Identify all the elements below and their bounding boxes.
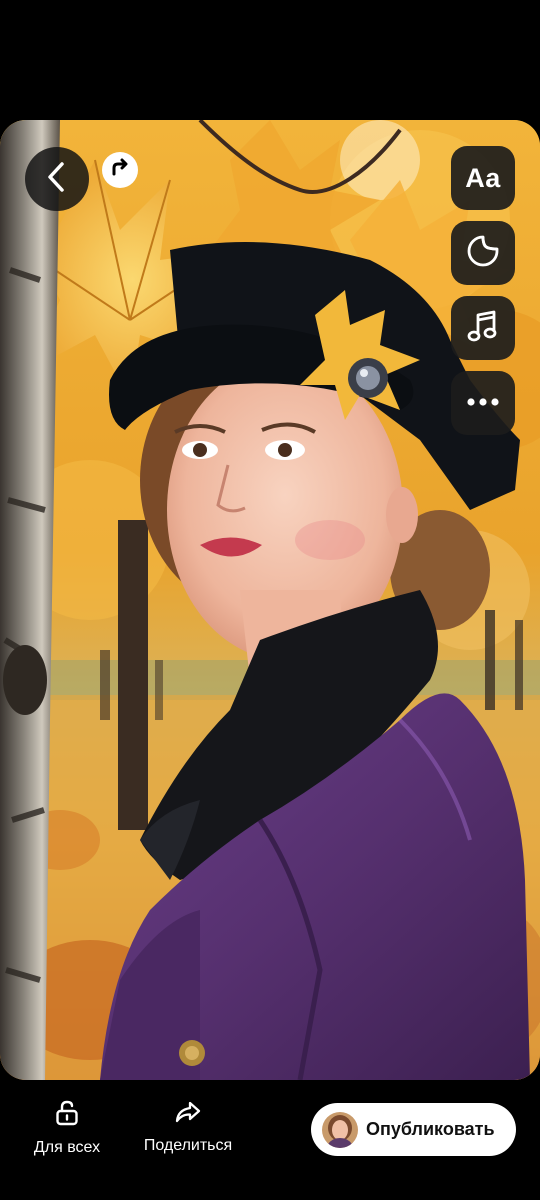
sticker-icon	[466, 234, 500, 273]
sticker-tool-button[interactable]	[451, 221, 515, 285]
unlock-icon	[55, 1100, 79, 1131]
story-editor-screen: Aa Для всех Поделиться Опубликовать	[0, 0, 540, 1200]
repost-arrow-icon	[109, 157, 131, 184]
user-avatar	[322, 1111, 358, 1148]
text-tool-label: Aa	[465, 162, 501, 193]
more-horizontal-icon	[466, 394, 500, 412]
share-label: Поделиться	[143, 1137, 233, 1154]
music-tool-button[interactable]	[451, 296, 515, 360]
repost-button[interactable]	[102, 152, 138, 188]
chevron-left-icon	[44, 161, 70, 198]
share-button[interactable]: Поделиться	[136, 1100, 240, 1155]
text-tool-button[interactable]: Aa	[451, 146, 515, 210]
privacy-label: Для всех	[33, 1139, 101, 1156]
back-button[interactable]	[25, 147, 89, 211]
more-tool-button[interactable]	[451, 371, 515, 435]
publish-label: Опубликовать	[366, 1119, 495, 1139]
publish-button[interactable]: Опубликовать	[311, 1103, 516, 1156]
privacy-button[interactable]: Для всех	[24, 1100, 110, 1157]
share-arrow-icon	[174, 1100, 202, 1129]
music-note-icon	[467, 309, 499, 348]
